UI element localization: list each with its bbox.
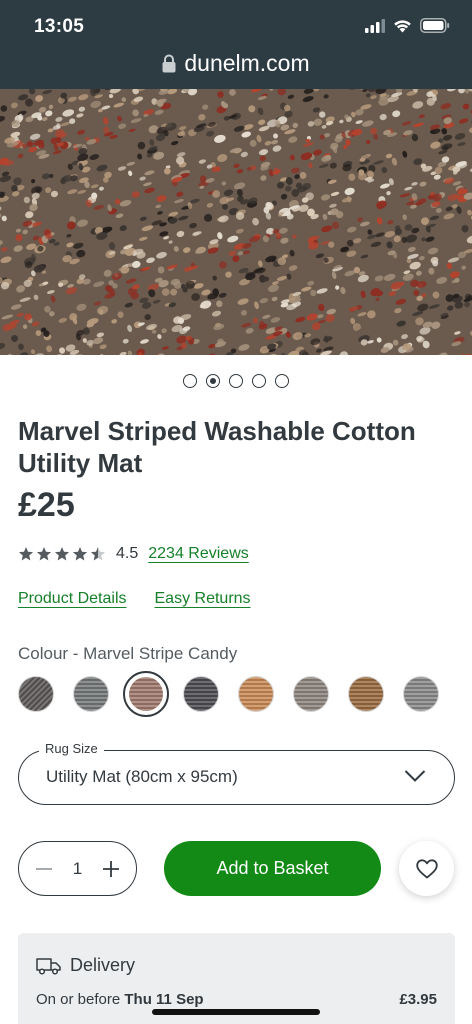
reviews-link[interactable]: 2234 Reviews [148, 545, 249, 563]
delivery-truck-icon [36, 957, 61, 975]
colour-swatch-2[interactable] [73, 676, 109, 712]
star-icon [36, 547, 52, 561]
favourite-button[interactable] [399, 841, 454, 896]
delivery-date: Thu 11 Sep [124, 991, 204, 1008]
wifi-icon [394, 19, 411, 32]
add-to-basket-button[interactable]: Add to Basket [164, 841, 381, 896]
star-rating [18, 546, 106, 562]
colour-swatch-3[interactable] [123, 671, 169, 717]
colour-swatch-6[interactable] [293, 676, 329, 712]
product-rating: 4.5 2234 Reviews [18, 545, 249, 563]
rug-size-select[interactable]: Rug Size Utility Mat (80cm x 95cm) [18, 741, 455, 805]
plus-icon[interactable] [102, 860, 120, 878]
rating-value: 4.5 [116, 545, 139, 562]
colour-swatch-7[interactable] [348, 676, 384, 712]
chevron-down-icon [404, 770, 426, 782]
rug-size-legend: Rug Size [39, 741, 104, 756]
colour-swatch-8[interactable] [403, 676, 439, 712]
heart-icon [415, 858, 438, 878]
battery-icon [420, 18, 450, 33]
colour-swatch-4[interactable] [183, 676, 219, 712]
delivery-heading: Delivery [70, 955, 136, 975]
gallery-dot[interactable] [206, 374, 220, 388]
address-bar[interactable]: dunelm.com [0, 50, 472, 89]
minus-icon[interactable] [35, 860, 53, 878]
delivery-price: £3.95 [399, 991, 437, 1008]
signal-icon [365, 18, 385, 33]
status-bar: 13:05 [0, 0, 472, 52]
delivery-estimate: On or before Thu 11 Sep [36, 991, 204, 1008]
product-links: Product Details Easy Returns [18, 590, 251, 608]
star-icon [72, 547, 88, 561]
star-icon [54, 547, 70, 561]
product-details-link[interactable]: Product Details [18, 590, 127, 608]
gallery-dot[interactable] [275, 374, 289, 388]
quantity-value[interactable]: 1 [73, 859, 82, 879]
rug-texture-image [0, 89, 472, 355]
url-text[interactable]: dunelm.com [184, 50, 309, 77]
gallery-dot[interactable] [252, 374, 266, 388]
quantity-stepper: 1 [18, 841, 137, 896]
status-icons [365, 18, 450, 33]
star-icon [18, 547, 34, 561]
home-indicator [152, 1009, 320, 1015]
gallery-pagination [0, 374, 472, 388]
colour-label: Colour - Marvel Stripe Candy [18, 644, 238, 663]
rug-size-value: Utility Mat (80cm x 95cm) [46, 767, 238, 786]
status-time: 13:05 [34, 16, 85, 37]
product-price: £25 [18, 486, 75, 524]
lock-icon [162, 54, 176, 73]
colour-swatch-1[interactable] [18, 676, 54, 712]
easy-returns-link[interactable]: Easy Returns [155, 590, 251, 608]
colour-swatch-5[interactable] [238, 676, 274, 712]
product-image[interactable] [0, 89, 472, 355]
star-icon [90, 547, 106, 561]
delivery-prefix: On or before [36, 991, 121, 1008]
gallery-dot[interactable] [229, 374, 243, 388]
colour-swatches [18, 671, 458, 717]
gallery-dot[interactable] [183, 374, 197, 388]
product-title: Marvel Striped Washable Cotton Utility M… [18, 416, 416, 478]
